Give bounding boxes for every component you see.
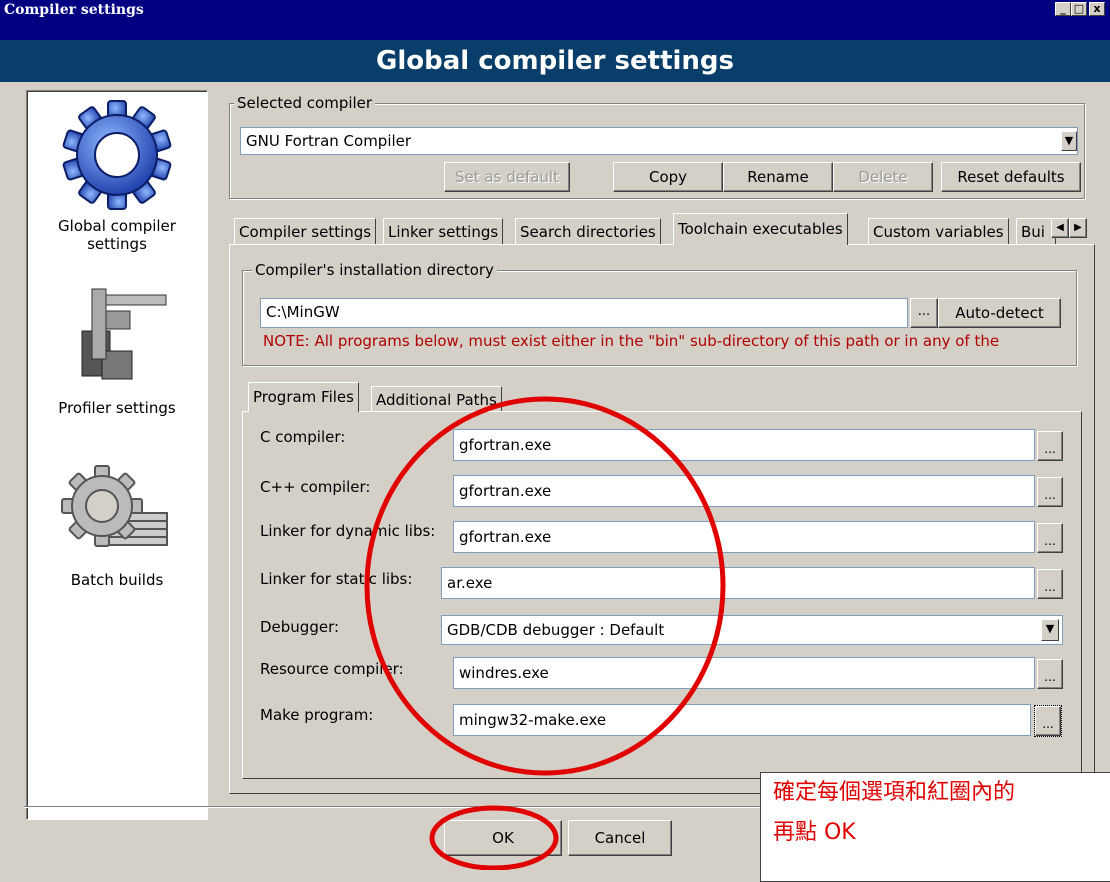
annotation-circle-programs — [364, 396, 726, 776]
annotation-note: 確定每個選項和紅圈內的 再點 OK — [760, 772, 1110, 882]
annotation-circle-ok — [429, 805, 559, 870]
subtab-program-files[interactable]: Program Files — [248, 382, 359, 412]
annotation-line-2: 再點 OK — [773, 820, 856, 845]
tab-toolchain-executables[interactable]: Toolchain executables — [673, 213, 848, 245]
annotation-line-1: 確定每個選項和紅圈內的 — [773, 780, 1016, 805]
annotation-overlay — [364, 396, 726, 870]
